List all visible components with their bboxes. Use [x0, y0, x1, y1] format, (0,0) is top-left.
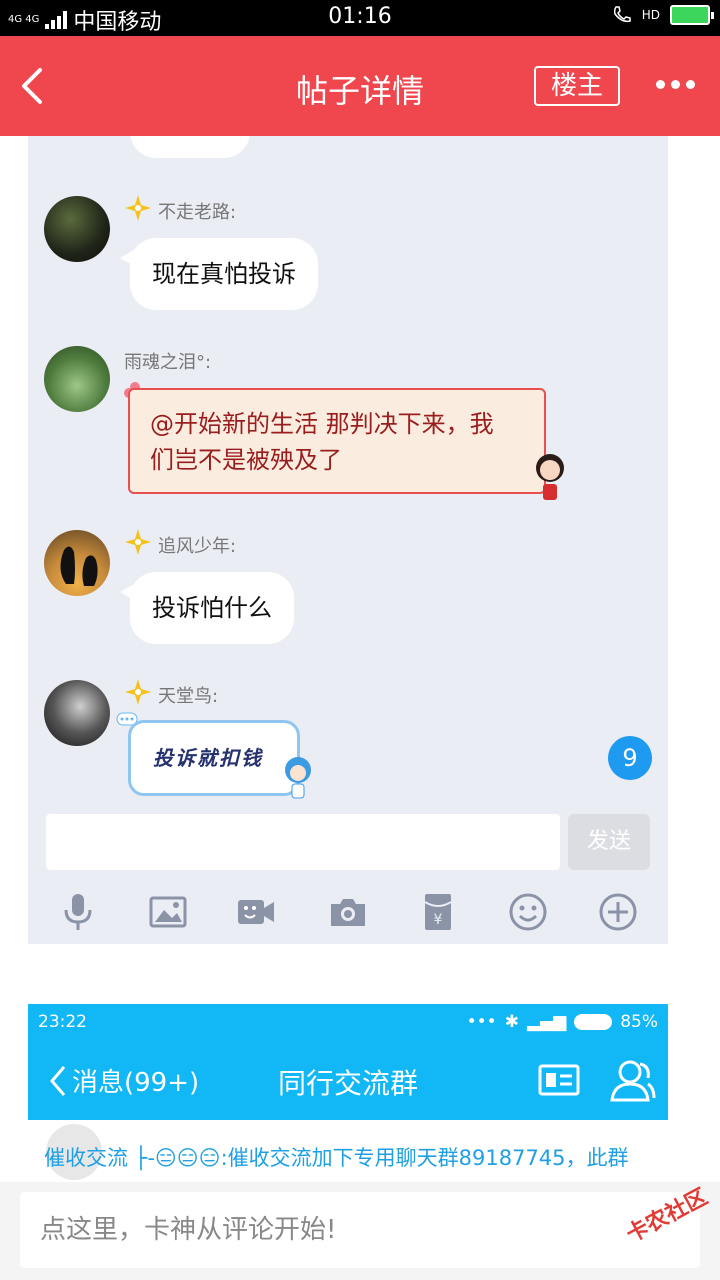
- message-bubble: 现在真怕投诉: [120, 238, 318, 310]
- camera-icon[interactable]: [328, 892, 368, 932]
- star-badge-icon: [125, 679, 151, 705]
- star-badge-icon: [125, 529, 151, 555]
- battery-icon: [574, 1014, 613, 1030]
- avatar: [44, 680, 110, 746]
- comment-bar: 点这里，卡神从评论开始! 卡农社区: [0, 1182, 720, 1280]
- username: 雨魂之泪°:: [124, 352, 212, 373]
- anime-sticker-icon: [285, 757, 311, 799]
- group-card-icon[interactable]: [538, 1062, 580, 1098]
- message-bubble: 投诉怕什么: [120, 572, 294, 644]
- video-icon[interactable]: [236, 892, 276, 932]
- message-bubble: 投诉就扣钱: [128, 720, 300, 796]
- inner-clock: 23:22: [38, 1012, 87, 1032]
- hd-label: HD: [641, 8, 660, 22]
- svg-text:¥: ¥: [434, 912, 443, 928]
- message-bubble: @开始新的生活 那判决下来，我 们岂不是被殃及了: [128, 388, 546, 494]
- plus-icon[interactable]: [598, 892, 638, 932]
- signal-icon: ▂▄▆: [526, 1012, 567, 1032]
- username: 天堂鸟:: [158, 686, 219, 707]
- group-message: 催收交流 ├-😑😑😑:催收交流加下专用聊天群89187745，此群: [44, 1146, 629, 1170]
- bluetooth-icon: ✱: [504, 1012, 519, 1032]
- partial-bubble: [130, 136, 250, 158]
- group-members-icon[interactable]: [610, 1058, 656, 1102]
- avatar: [44, 346, 110, 412]
- battery-icon: [670, 5, 714, 25]
- penguin-icon: [60, 546, 98, 586]
- star-badge-icon: [125, 195, 151, 221]
- image-icon[interactable]: [148, 892, 188, 932]
- dots-icon: •••: [466, 1012, 497, 1032]
- emoji-icon[interactable]: [508, 892, 548, 932]
- send-button[interactable]: 发送: [568, 814, 650, 870]
- mic-icon[interactable]: [58, 892, 98, 932]
- message-line: @开始新的生活 那判决下来，我: [150, 410, 494, 438]
- inner-nav-bar: 消息(99+) 同行交流群: [28, 1040, 668, 1120]
- phone-icon: [613, 6, 631, 23]
- chat-input[interactable]: [46, 814, 560, 870]
- nav-bar: 帖子详情 楼主: [0, 36, 720, 136]
- username: 不走老路:: [158, 202, 237, 223]
- status-bar: 4G 4G 中国移动 01:16 HD: [0, 0, 720, 36]
- message-line: 们岂不是被殃及了: [150, 446, 342, 474]
- redpacket-icon[interactable]: ¥: [418, 892, 458, 932]
- girl-sticker-icon: [536, 454, 564, 500]
- group-chat-screenshot[interactable]: 23:22 ••• ✱ ▂▄▆ 85% 消息(99+) 同行交流群 催收交流 ├…: [28, 1004, 668, 1180]
- avatar: [44, 530, 110, 596]
- inner-status-bar: 23:22 ••• ✱ ▂▄▆ 85%: [28, 1004, 668, 1040]
- username: 追风少年:: [158, 536, 237, 557]
- battery-percent: 85%: [620, 1012, 658, 1032]
- chat-screenshot[interactable]: 不走老路: 现在真怕投诉 雨魂之泪°: @开始新的生活 那判决下来，我 们岂不是…: [28, 136, 668, 944]
- chat-toolbar: ¥: [28, 892, 668, 932]
- more-icon[interactable]: [656, 80, 695, 89]
- avatar: [44, 196, 110, 262]
- owner-only-button[interactable]: 楼主: [534, 66, 620, 106]
- unread-count-badge[interactable]: 9: [608, 736, 652, 780]
- comment-input[interactable]: 点这里，卡神从评论开始!: [20, 1192, 700, 1268]
